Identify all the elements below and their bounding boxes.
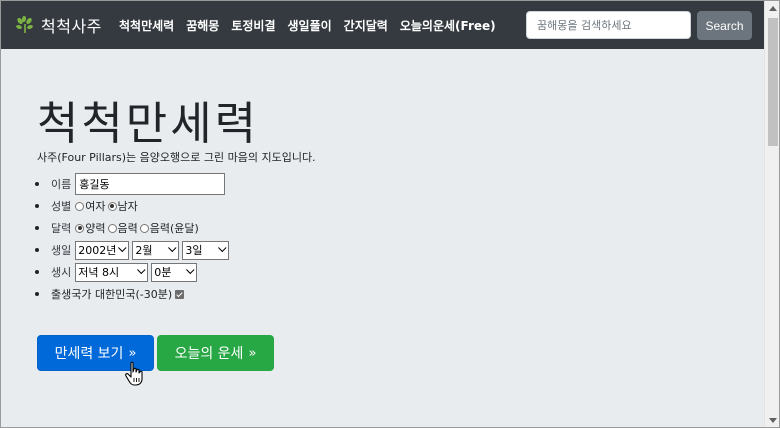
radio-unchecked-icon xyxy=(139,223,149,233)
nav-link-ganji-calendar[interactable]: 간지달력 xyxy=(344,17,388,34)
brand[interactable]: 척척사주 xyxy=(15,1,102,49)
double-chevron-right-icon: » xyxy=(248,345,257,361)
scrollbar-thumb[interactable] xyxy=(768,18,778,146)
birth-day-select[interactable]: 3일 xyxy=(182,240,230,260)
brand-name: 척척사주 xyxy=(41,17,102,36)
country-checkbox[interactable] xyxy=(175,289,185,299)
form-row-name: 이름 xyxy=(34,173,232,195)
birth-minute-select[interactable]: 0분 xyxy=(151,262,198,282)
chevron-down-icon xyxy=(118,243,127,253)
radio-checked-icon xyxy=(75,223,85,233)
calendar-lunar-radio[interactable]: 음력 xyxy=(107,220,138,236)
double-chevron-right-icon: » xyxy=(128,345,137,361)
chevron-down-icon xyxy=(137,265,146,275)
page-title: 척척만세력 xyxy=(37,97,260,150)
birth-year-select[interactable]: 2002년 xyxy=(75,240,130,260)
birth-label: 생일 xyxy=(51,244,72,257)
nav-link-today-fortune[interactable]: 오늘의운세(Free) xyxy=(400,17,496,34)
chevron-down-icon xyxy=(168,243,177,253)
form-row-country: 출생국가 대한민국(-30분) xyxy=(34,283,232,305)
radio-unchecked-icon xyxy=(75,201,85,211)
form-row-birthtime: 생시 저녁 8시 0분 xyxy=(34,261,232,283)
scroll-down-arrow-icon[interactable] xyxy=(769,418,777,423)
radio-unchecked-icon xyxy=(107,223,117,233)
country-text: 출생국가 대한민국(-30분) xyxy=(51,288,173,301)
leaf-sprout-icon xyxy=(16,15,33,33)
search-button[interactable]: Search xyxy=(697,11,752,40)
browser-viewport: 척척사주 척척만세력 꿈해몽 토정비결 생일풀이 간지달력 오늘의운세(Free… xyxy=(0,0,780,428)
calendar-lunar-leap-radio[interactable]: 음력(윤달) xyxy=(139,220,199,236)
scroll-up-arrow-icon[interactable] xyxy=(769,6,777,11)
time-label: 생시 xyxy=(51,266,72,279)
radio-checked-icon xyxy=(107,201,117,211)
nav-link-manseryeok[interactable]: 척척만세력 xyxy=(119,17,174,34)
jumbotron: 척척만세력 사주(Four Pillars)는 음양오행으로 그린 마음의 지도… xyxy=(1,49,764,427)
lead-text: 사주(Four Pillars)는 음양오행으로 그린 마음의 지도입니다. xyxy=(37,151,316,164)
navbar: 척척사주 척척만세력 꿈해몽 토정비결 생일풀이 간지달력 오늘의운세(Free… xyxy=(1,1,764,49)
form-row-gender: 성별 여자 남자 xyxy=(34,195,232,217)
form-row-birthdate: 생일 2002년 2월 3일 xyxy=(34,239,232,261)
calendar-solar-radio[interactable]: 양력 xyxy=(75,220,106,236)
birth-form: 이름 성별 여자 남자 달력 양력 xyxy=(34,173,232,305)
chevron-down-icon xyxy=(218,243,227,253)
form-row-calendar: 달력 양력 음력 음력(윤달) xyxy=(34,217,232,239)
nav-link-birthday[interactable]: 생일풀이 xyxy=(288,17,332,34)
name-label: 이름 xyxy=(51,178,72,191)
hand-pointer-cursor-icon xyxy=(125,361,143,386)
nav-links: 척척만세력 꿈해몽 토정비결 생일풀이 간지달력 오늘의운세(Free) xyxy=(119,1,508,49)
nav-link-dream[interactable]: 꿈해몽 xyxy=(186,17,219,34)
vertical-scrollbar[interactable] xyxy=(764,1,779,427)
birth-hour-select[interactable]: 저녁 8시 xyxy=(75,262,149,282)
chevron-down-icon xyxy=(186,265,195,275)
gender-female-radio[interactable]: 여자 xyxy=(75,198,106,214)
nav-link-tojeong[interactable]: 토정비결 xyxy=(231,17,275,34)
search-input[interactable] xyxy=(526,11,691,39)
name-input[interactable] xyxy=(75,173,226,195)
today-fortune-button[interactable]: 오늘의 운세» xyxy=(157,335,274,371)
birth-month-select[interactable]: 2월 xyxy=(132,240,180,260)
gender-male-radio[interactable]: 남자 xyxy=(107,198,138,214)
calendar-label: 달력 xyxy=(51,222,72,235)
gender-label: 성별 xyxy=(51,200,72,213)
